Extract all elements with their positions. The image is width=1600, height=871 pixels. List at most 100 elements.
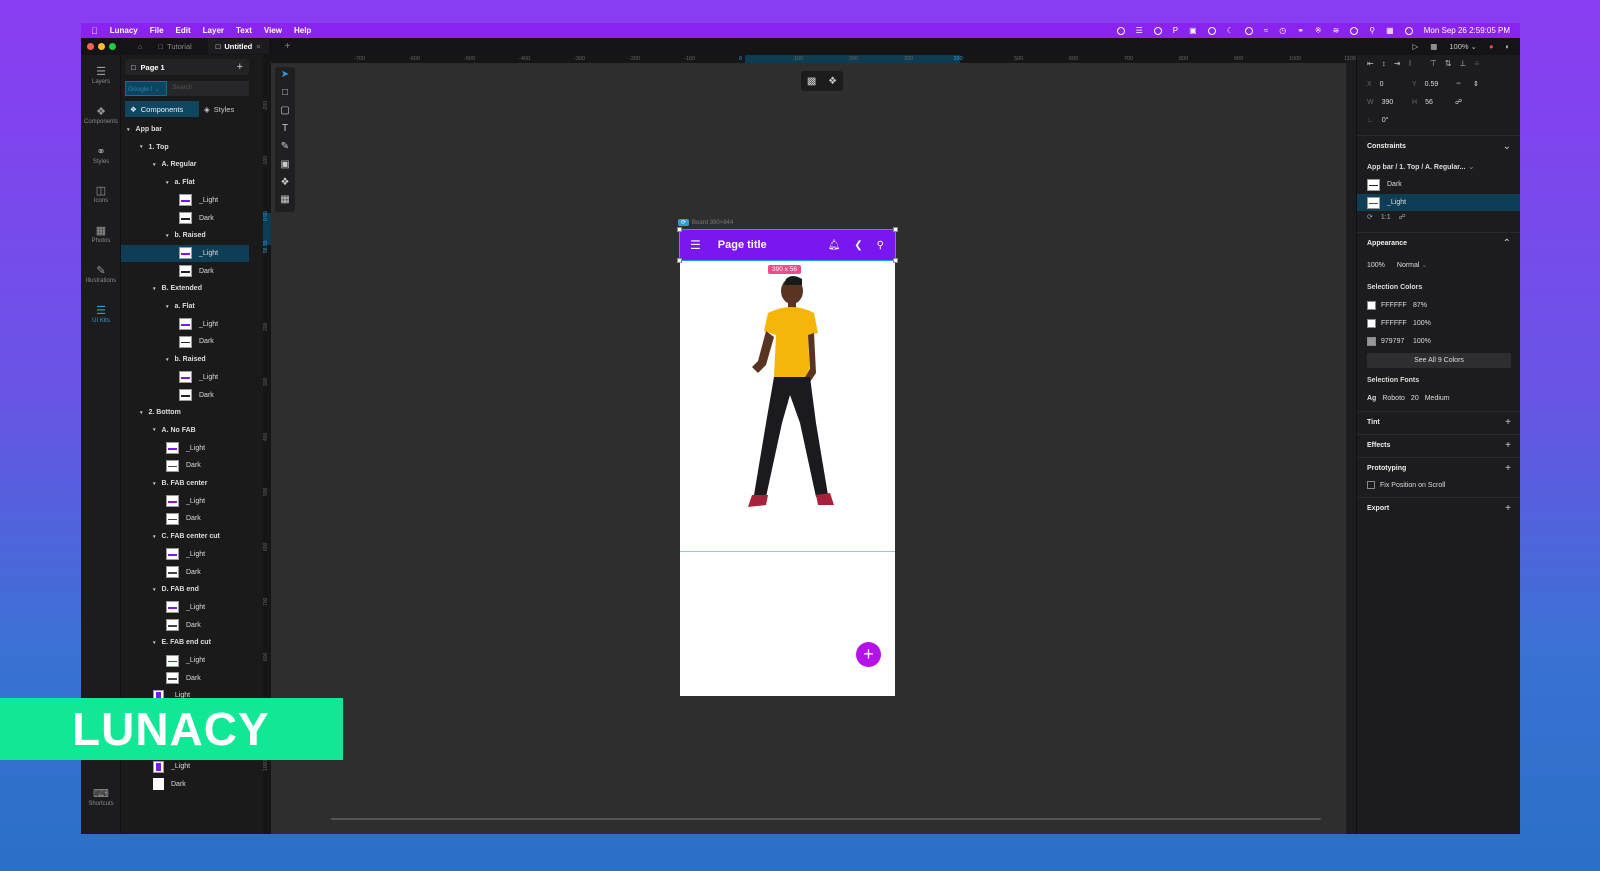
add-export-icon[interactable]: + <box>1505 503 1511 514</box>
screen-icon[interactable]: ▣ <box>1189 26 1197 35</box>
text-tool-icon[interactable]: T <box>275 123 295 141</box>
record-icon[interactable] <box>1116 26 1125 35</box>
align-left-icon[interactable]: ⇤ <box>1367 59 1374 68</box>
artboard-label[interactable]: ⟳ Board 390×844 <box>678 219 733 226</box>
tree-item[interactable]: _Light <box>121 244 249 262</box>
status-icon[interactable] <box>1207 26 1216 35</box>
expand-toggle-icon[interactable]: ▾ <box>166 357 169 363</box>
align-middle-icon[interactable]: ⇅ <box>1445 59 1452 68</box>
expand-toggle-icon[interactable]: ▾ <box>153 162 156 168</box>
align-bottom-icon[interactable]: ⊥ <box>1459 59 1466 68</box>
tree-item[interactable]: _Light <box>121 440 249 457</box>
control-center-icon[interactable]: ▦ <box>1386 26 1394 35</box>
add-interaction-icon[interactable]: + <box>1505 463 1511 474</box>
moon-icon[interactable]: ☾ <box>1227 26 1234 35</box>
tree-group[interactable]: ▾ a. Flat <box>121 174 249 191</box>
frame-tool-icon[interactable]: □ <box>275 87 295 105</box>
tree-item[interactable]: _Light <box>121 758 249 775</box>
selection-color-row[interactable]: 979797 100% <box>1367 337 1431 346</box>
nav-styles[interactable]: ⚭ Styles <box>81 145 121 165</box>
search-icon[interactable]: ⚲ <box>1369 26 1375 35</box>
expand-toggle-icon[interactable]: ▾ <box>166 304 169 310</box>
expand-toggle-icon[interactable]: ▾ <box>153 286 156 292</box>
wifi-icon[interactable]: ≋ <box>1333 26 1340 35</box>
menu-file[interactable]: File <box>150 26 164 35</box>
tree-item[interactable]: _Light <box>121 192 249 209</box>
tree-group[interactable]: ▾ App bar <box>121 121 249 138</box>
tree-item[interactable]: Dark <box>121 210 249 227</box>
variant-light[interactable]: _Light <box>1357 194 1520 211</box>
status-icon[interactable]: ≈ <box>1264 26 1268 35</box>
component-tool-icon[interactable]: ❖ <box>275 177 295 195</box>
expand-toggle-icon[interactable]: ▾ <box>140 144 143 150</box>
y-field[interactable]: Y 0.59 <box>1412 81 1438 88</box>
tree-item[interactable]: Dark <box>121 776 249 793</box>
clock-icon[interactable]: ◷ <box>1279 26 1286 35</box>
see-all-colors-button[interactable]: See All 9 Colors <box>1367 353 1511 368</box>
add-page-button[interactable]: + <box>237 61 243 73</box>
flip-vertical-icon[interactable]: ⇕ <box>1473 80 1479 88</box>
home-icon[interactable]: ⌂ <box>138 42 143 51</box>
lock-ratio-icon[interactable]: ☍ <box>1455 98 1462 106</box>
expand-toggle-icon[interactable]: ▾ <box>166 180 169 186</box>
nav-ui-kits[interactable]: ☰ UI Kits <box>81 304 121 324</box>
search-input[interactable]: Search <box>167 81 249 96</box>
expand-toggle-icon[interactable]: ▾ <box>153 534 156 540</box>
minimize-window-button[interactable] <box>98 43 105 50</box>
siri-icon[interactable] <box>1404 26 1413 35</box>
tree-item[interactable]: Dark <box>121 617 249 634</box>
tree-group[interactable]: ▾ A. Regular <box>121 156 249 173</box>
opacity-value[interactable]: 100% <box>1367 262 1385 269</box>
tree-item[interactable]: Dark <box>121 457 249 474</box>
tree-item[interactable]: Dark <box>121 564 249 581</box>
tint-section[interactable]: Tint + <box>1357 411 1520 433</box>
resize-handle[interactable] <box>677 258 682 263</box>
flip-horizontal-icon[interactable]: ⇔ <box>1455 80 1462 87</box>
tab-styles[interactable]: ◈ Styles <box>199 101 239 117</box>
tree-item[interactable]: _Light <box>121 652 249 669</box>
status-icon[interactable]: ☰ <box>1136 26 1143 35</box>
tab-tutorial[interactable]: □ Tutorial <box>159 42 192 51</box>
grid-icon[interactable]: ▦ <box>1430 42 1437 51</box>
tree-group[interactable]: ▾ 2. Bottom <box>121 404 249 421</box>
color-swatch[interactable] <box>1367 301 1376 310</box>
rectangle-tool-icon[interactable]: ▢ <box>275 105 295 123</box>
close-tab-icon[interactable]: × <box>256 42 260 51</box>
component-icon[interactable]: ❖ <box>828 76 837 87</box>
nav-shortcuts[interactable]: ⌨ Shortcuts <box>81 787 121 807</box>
variant-dark[interactable]: Dark <box>1357 176 1520 193</box>
new-tab-button[interactable]: + <box>285 41 291 52</box>
tree-group[interactable]: ▾ D. FAB end <box>121 581 249 598</box>
selection-color-row[interactable]: FFFFFF 87% <box>1367 301 1427 310</box>
chevron-up-icon[interactable]: ⌃ <box>1503 238 1511 249</box>
blend-mode-select[interactable]: Normal ⌄ <box>1397 261 1427 269</box>
distribute-icon[interactable]: ‖ <box>1408 59 1411 68</box>
status-icon[interactable]: P <box>1173 26 1178 35</box>
tree-item[interactable]: _Light <box>121 599 249 616</box>
selection-font-row[interactable]: Ag Roboto 20 Medium <box>1367 395 1450 402</box>
fix-position-row[interactable]: Fix Position on Scroll <box>1367 481 1445 489</box>
ratio-value[interactable]: 1:1 <box>1381 214 1391 221</box>
color-swatch[interactable] <box>1367 319 1376 328</box>
menu-app-name[interactable]: Lunacy <box>110 26 138 35</box>
image-tool-icon[interactable]: ▣ <box>275 159 295 177</box>
tree-group[interactable]: ▾ C. FAB center cut <box>121 528 249 545</box>
status-icon[interactable] <box>1153 26 1162 35</box>
tree-item[interactable]: Dark <box>121 670 249 687</box>
menu-layer[interactable]: Layer <box>203 26 224 35</box>
export-section[interactable]: Export + <box>1357 497 1520 519</box>
x-field[interactable]: X0 <box>1367 81 1384 88</box>
nav-illustrations[interactable]: ✎ Illustrations <box>81 264 121 284</box>
tree-item[interactable]: Dark <box>121 510 249 527</box>
appearance-section[interactable]: Appearance ⌃ <box>1357 232 1520 254</box>
notification-icon[interactable]: ● <box>1489 42 1494 51</box>
menu-text[interactable]: Text <box>236 26 252 35</box>
tree-item[interactable]: _Light <box>121 316 249 333</box>
fab-add-button[interactable]: + <box>856 642 881 667</box>
artboard[interactable]: ☰ Page title 🔔︎ ❮ ⚲ 390 x 56 + <box>677 227 898 696</box>
tree-group[interactable]: ▾ B. FAB center <box>121 475 249 492</box>
maximize-window-button[interactable] <box>109 43 116 50</box>
clock-text[interactable]: Mon Sep 26 2:59:05 PM <box>1424 26 1510 35</box>
add-effect-icon[interactable]: + <box>1505 440 1511 451</box>
menu-help[interactable]: Help <box>294 26 311 35</box>
